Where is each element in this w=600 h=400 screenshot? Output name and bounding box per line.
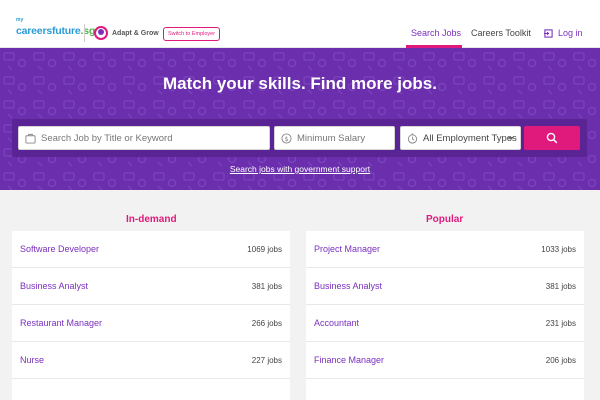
search-button[interactable]	[524, 126, 580, 150]
list-item[interactable]: Project Manager 1033 jobs	[306, 231, 584, 268]
list-item[interactable]: Business Analyst 381 jobs	[12, 268, 290, 305]
logo-divider	[84, 24, 85, 42]
chevron-down-icon	[508, 137, 514, 140]
hero-banner: Match your skills. Find more jobs. $ All…	[0, 48, 600, 190]
salary-input[interactable]	[297, 132, 394, 144]
job-count: 381 jobs	[545, 281, 576, 291]
job-categories-section: In-demand Popular Software Developer 106…	[0, 190, 600, 400]
popular-heading: Popular	[426, 214, 464, 225]
job-search-bar: $ All Employment Types	[12, 119, 587, 157]
in-demand-list: Software Developer 1069 jobs Business An…	[12, 231, 290, 400]
dollar-icon: $	[281, 132, 292, 144]
job-count: 1069 jobs	[247, 244, 282, 254]
job-count: 381 jobs	[251, 281, 282, 291]
top-header: my careersfuture.sg Adapt & Grow Switch …	[0, 0, 600, 48]
list-item[interactable]: Business Analyst 381 jobs	[306, 268, 584, 305]
government-support-link[interactable]: Search jobs with government support	[0, 164, 600, 174]
nav-search-jobs[interactable]: Search Jobs	[411, 28, 461, 38]
job-title-link[interactable]: Software Developer	[20, 244, 99, 254]
employment-type-select[interactable]: All Employment Types	[400, 126, 521, 150]
job-count: 231 jobs	[545, 318, 576, 328]
job-title-link[interactable]: Accountant	[314, 318, 359, 328]
logo-prefix: my	[16, 17, 24, 23]
job-title-link[interactable]: Project Manager	[314, 244, 380, 254]
svg-text:$: $	[284, 134, 288, 142]
logo-main-text: careersfuture	[16, 25, 81, 37]
list-item[interactable]: Nurse 227 jobs	[12, 342, 290, 379]
list-item[interactable]: Software Developer 1069 jobs	[12, 231, 290, 268]
job-title-link[interactable]: Business Analyst	[20, 281, 88, 291]
job-title-link[interactable]: Restaurant Manager	[20, 318, 102, 328]
employment-type-value: All Employment Types	[423, 132, 517, 144]
job-count: 206 jobs	[545, 355, 576, 365]
popular-list: Project Manager 1033 jobs Business Analy…	[306, 231, 584, 400]
adapt-grow-icon	[94, 26, 108, 40]
nav-log-in[interactable]: Log in	[544, 28, 583, 38]
salary-field[interactable]: $	[274, 126, 395, 150]
job-count: 227 jobs	[251, 355, 282, 365]
job-title-link[interactable]: Nurse	[20, 355, 44, 365]
hero-title: Match your skills. Find more jobs.	[163, 74, 437, 93]
job-title-link[interactable]: Business Analyst	[314, 281, 382, 291]
login-label: Log in	[558, 28, 583, 38]
list-item[interactable]: Restaurant Manager 266 jobs	[12, 305, 290, 342]
list-item[interactable]: Finance Manager 206 jobs	[306, 342, 584, 379]
nav-careers-toolkit[interactable]: Careers Toolkit	[471, 28, 531, 38]
logo-suffix-text: .sg	[80, 25, 96, 37]
login-icon	[544, 28, 553, 38]
keyword-input[interactable]	[41, 132, 269, 144]
briefcase-icon	[25, 133, 36, 144]
job-title-link[interactable]: Finance Manager	[314, 355, 384, 365]
adapt-grow-label: Adapt & Grow	[112, 29, 159, 37]
list-item[interactable]: Accountant 231 jobs	[306, 305, 584, 342]
job-count: 1033 jobs	[541, 244, 576, 254]
search-icon	[546, 132, 558, 144]
in-demand-heading: In-demand	[126, 214, 177, 225]
switch-to-employer-button[interactable]: Switch to Employer	[163, 27, 221, 41]
job-count: 266 jobs	[251, 318, 282, 328]
adapt-grow-logo[interactable]: Adapt & Grow	[94, 25, 159, 41]
clock-icon	[407, 132, 418, 144]
keyword-field[interactable]	[18, 126, 270, 150]
